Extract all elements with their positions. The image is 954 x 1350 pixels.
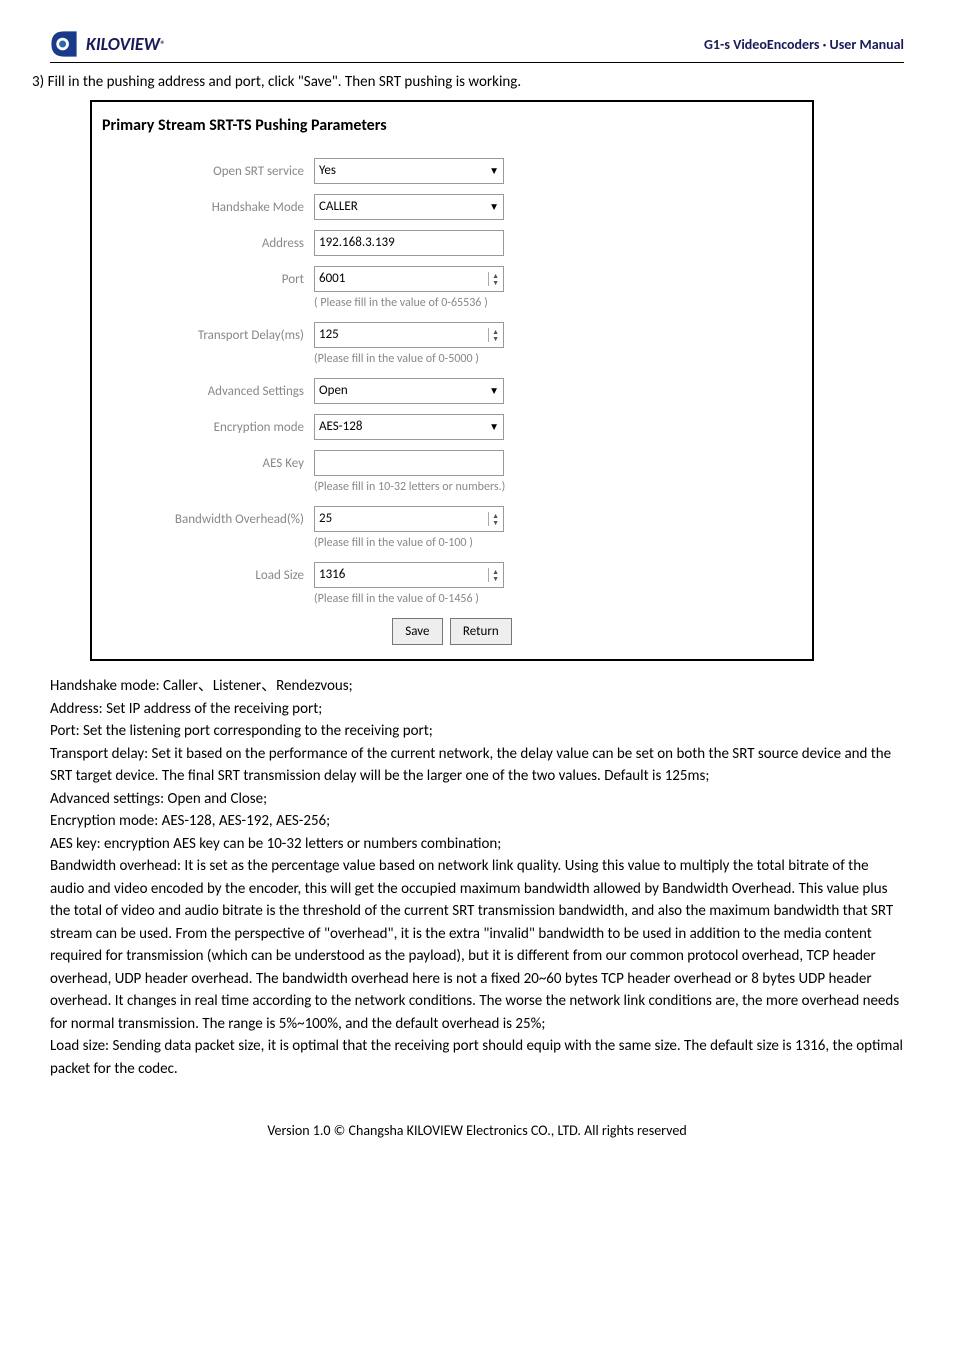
advanced-select[interactable]: Open ▼ — [314, 378, 504, 404]
loadsize-input[interactable]: 1316 ▲▼ — [314, 562, 504, 588]
chevron-down-icon: ▼ — [489, 163, 499, 178]
port-hint: ( Please fill in the value of 0-65536 ) — [314, 294, 504, 312]
step-text: Fill in the pushing address and port, cl… — [48, 73, 522, 91]
encmode-select[interactable]: AES-128 ▼ — [314, 414, 504, 440]
text-encmode: Encryption mode: AES-128, AES-192, AES-2… — [50, 810, 904, 833]
explanation-text: Handshake mode: Caller、Listener、Rendezvo… — [50, 675, 904, 1080]
port-value: 6001 — [319, 269, 345, 289]
save-button[interactable]: Save — [392, 618, 442, 646]
spinner-icon[interactable]: ▲▼ — [488, 272, 499, 286]
logo-icon — [50, 30, 78, 58]
encmode-label: Encryption mode — [104, 414, 314, 438]
aeskey-hint: (Please fill in 10-32 letters or numbers… — [314, 478, 505, 496]
page-footer: Version 1.0 © Changsha KILOVIEW Electron… — [50, 1120, 904, 1141]
advanced-label: Advanced Settings — [104, 378, 314, 402]
delay-value: 125 — [319, 325, 339, 345]
brand-text: KILOVIEW — [86, 33, 160, 55]
encmode-value: AES-128 — [319, 417, 362, 437]
open-srt-label: Open SRT service — [104, 158, 314, 182]
bwoh-label: Bandwidth Overhead(%) — [104, 506, 314, 530]
loadsize-hint: (Please fill in the value of 0-1456 ) — [314, 590, 504, 608]
step-line: 3) Fill in the pushing address and port,… — [32, 71, 904, 94]
text-advanced: Advanced settings: Open and Close; — [50, 788, 904, 811]
aeskey-input[interactable] — [314, 450, 504, 476]
step-number: 3) — [32, 73, 44, 91]
text-handshake: Handshake mode: Caller、Listener、Rendezvo… — [50, 675, 904, 698]
doc-title: G1-s VideoEncoders · User Manual — [704, 36, 904, 53]
handshake-value: CALLER — [319, 197, 358, 217]
bwoh-hint: (Please fill in the value of 0-100 ) — [314, 534, 504, 552]
loadsize-value: 1316 — [319, 565, 345, 585]
spinner-icon[interactable]: ▲▼ — [488, 512, 499, 526]
handshake-select[interactable]: CALLER ▼ — [314, 194, 504, 220]
text-aeskey: AES key: encryption AES key can be 10-32… — [50, 833, 904, 856]
page-header: KILOVIEW® G1-s VideoEncoders · User Manu… — [50, 30, 904, 63]
loadsize-label: Load Size — [104, 562, 314, 586]
brand-reg: ® — [160, 38, 165, 51]
chevron-down-icon: ▼ — [489, 199, 499, 214]
open-srt-value: Yes — [319, 161, 336, 181]
delay-input[interactable]: 125 ▲▼ — [314, 322, 504, 348]
return-button[interactable]: Return — [450, 618, 512, 646]
port-label: Port — [104, 266, 314, 290]
spinner-icon[interactable]: ▲▼ — [488, 328, 499, 342]
brand-logo: KILOVIEW® — [50, 30, 165, 58]
aeskey-label: AES Key — [104, 450, 314, 474]
delay-hint: (Please fill in the value of 0-5000 ) — [314, 350, 504, 368]
handshake-label: Handshake Mode — [104, 194, 314, 218]
chevron-down-icon: ▼ — [489, 383, 499, 398]
bwoh-input[interactable]: 25 ▲▼ — [314, 506, 504, 532]
chevron-down-icon: ▼ — [489, 419, 499, 434]
text-address: Address: Set IP address of the receiving… — [50, 698, 904, 721]
text-port: Port: Set the listening port correspondi… — [50, 720, 904, 743]
text-bwoh: Bandwidth overhead: It is set as the per… — [50, 855, 904, 1035]
advanced-value: Open — [319, 381, 348, 401]
address-input[interactable]: 192.168.3.139 — [314, 230, 504, 256]
srt-parameters-panel: Primary Stream SRT-TS Pushing Parameters… — [90, 100, 814, 662]
port-input[interactable]: 6001 ▲▼ — [314, 266, 504, 292]
panel-title: Primary Stream SRT-TS Pushing Parameters — [92, 110, 812, 148]
open-srt-select[interactable]: Yes ▼ — [314, 158, 504, 184]
text-delay: Transport delay: Set it based on the per… — [50, 743, 904, 788]
address-label: Address — [104, 230, 314, 254]
delay-label: Transport Delay(ms) — [104, 322, 314, 346]
bwoh-value: 25 — [319, 509, 332, 529]
text-loadsize: Load size: Sending data packet size, it … — [50, 1035, 904, 1080]
spinner-icon[interactable]: ▲▼ — [488, 568, 499, 582]
